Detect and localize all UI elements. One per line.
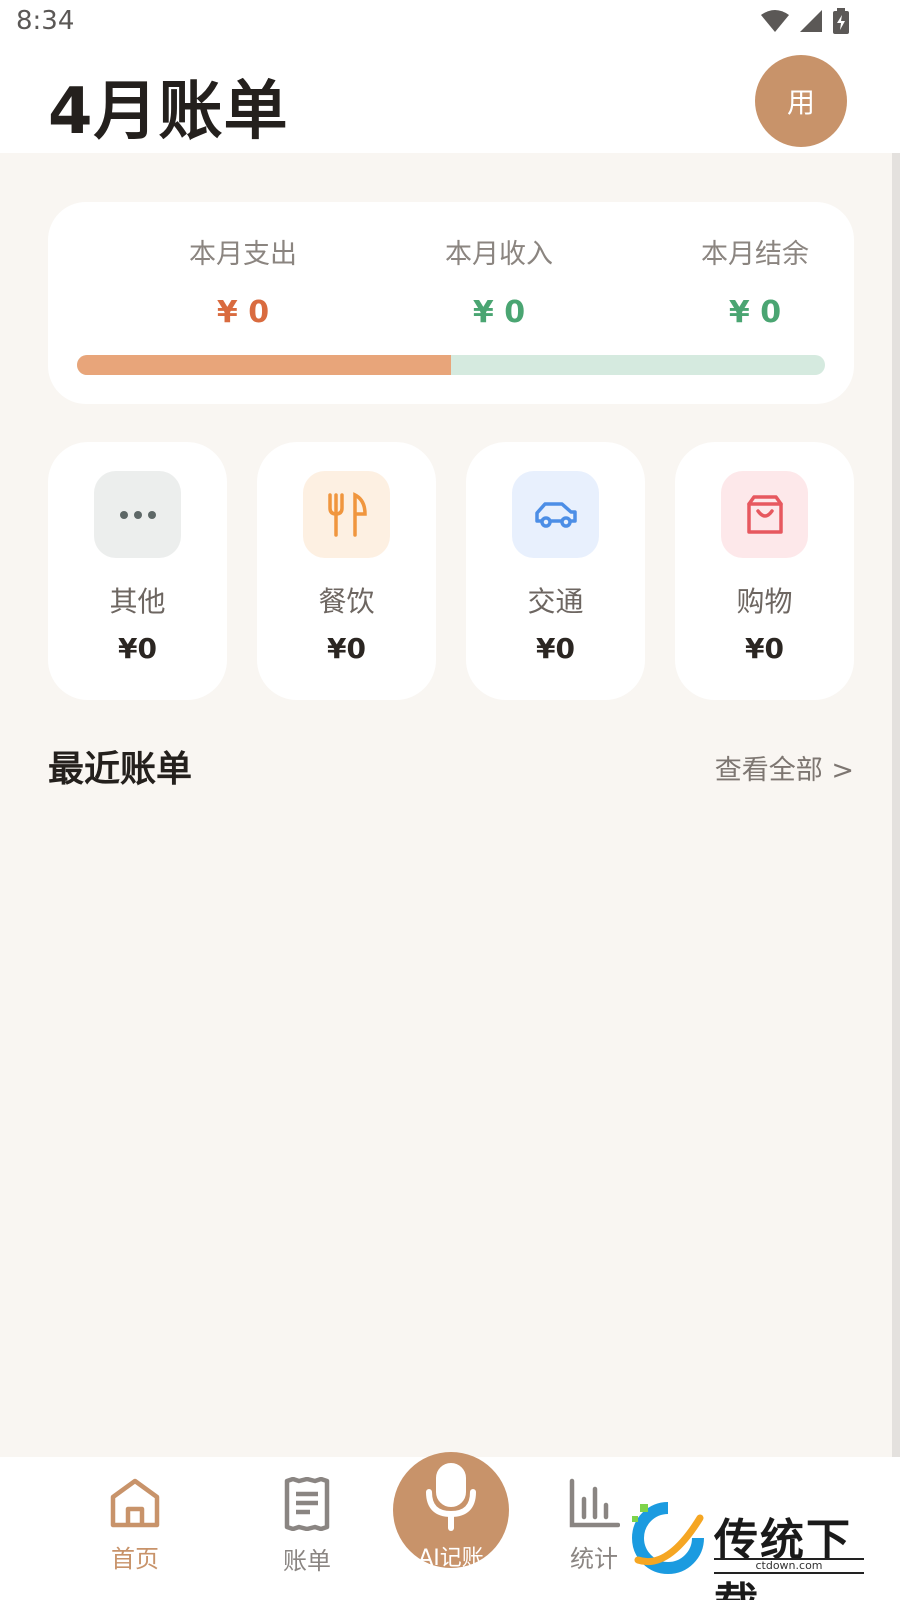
more-dots-icon bbox=[119, 510, 156, 519]
category-name: 购物 bbox=[736, 585, 793, 618]
tab-home[interactable]: 首页 bbox=[85, 1477, 185, 1574]
battery-icon bbox=[833, 8, 849, 34]
income-value: ¥ 0 bbox=[472, 295, 526, 330]
category-card-transport[interactable]: 交通 ¥0 bbox=[466, 442, 645, 700]
progress-fill bbox=[77, 355, 451, 375]
category-card-shopping[interactable]: 购物 ¥0 bbox=[675, 442, 854, 700]
ai-voice-record-button[interactable]: AI记账 bbox=[393, 1452, 509, 1571]
recent-bills-title: 最近账单 bbox=[48, 749, 193, 790]
category-amount: ¥0 bbox=[118, 632, 157, 665]
scroll-edge bbox=[892, 0, 900, 1457]
category-name: 交通 bbox=[527, 585, 584, 618]
expense-value: ¥ 0 bbox=[216, 295, 270, 330]
page-title: 4月账单 bbox=[48, 75, 289, 149]
category-icon-box bbox=[303, 471, 390, 558]
header: 8:34 4月账单 用 bbox=[0, 0, 900, 153]
category-name: 其他 bbox=[109, 585, 166, 618]
watermark: 传统下载 ctdown.com bbox=[628, 1500, 876, 1600]
income-summary: 本月收入 ¥ 0 bbox=[399, 232, 599, 330]
income-label: 本月收入 bbox=[445, 239, 553, 270]
car-icon bbox=[534, 501, 577, 528]
expense-income-progress bbox=[77, 355, 825, 375]
category-amount: ¥0 bbox=[327, 632, 366, 665]
app-screen: 8:34 4月账单 用 本月支出 ¥ 0 本月收入 ¥ 0 本月结余 ¥ 0 其… bbox=[0, 0, 900, 1600]
tab-bills[interactable]: 账单 bbox=[257, 1476, 357, 1576]
category-amount: ¥0 bbox=[745, 632, 784, 665]
category-icon-box bbox=[94, 471, 181, 558]
category-amount: ¥0 bbox=[536, 632, 575, 665]
category-card-other[interactable]: 其他 ¥0 bbox=[48, 442, 227, 700]
category-icon-box bbox=[512, 471, 599, 558]
category-icon-box bbox=[721, 471, 808, 558]
watermark-subtext: ctdown.com bbox=[714, 1558, 864, 1574]
status-time: 8:34 bbox=[16, 6, 75, 36]
avatar[interactable]: 用 bbox=[755, 55, 847, 147]
tab-home-label: 首页 bbox=[111, 1545, 159, 1573]
tab-bills-label: 账单 bbox=[283, 1547, 331, 1575]
balance-label: 本月结余 bbox=[701, 239, 809, 270]
watermark-text: 传统下载 bbox=[714, 1515, 852, 1600]
bar-chart-icon bbox=[569, 1478, 621, 1528]
status-icons bbox=[760, 8, 850, 34]
expense-summary: 本月支出 ¥ 0 bbox=[143, 232, 343, 330]
home-icon bbox=[110, 1478, 160, 1528]
shopping-bag-icon bbox=[746, 494, 783, 534]
signal-icon bbox=[800, 10, 822, 32]
wifi-icon bbox=[761, 10, 789, 32]
receipt-icon bbox=[284, 1476, 330, 1532]
balance-value: ¥ 0 bbox=[728, 295, 782, 330]
balance-summary: 本月结余 ¥ 0 bbox=[655, 232, 855, 330]
ai-voice-label: AI记账 bbox=[418, 1546, 484, 1571]
category-card-dining[interactable]: 餐饮 ¥0 bbox=[257, 442, 436, 700]
monthly-summary-card: 本月支出 ¥ 0 本月收入 ¥ 0 本月结余 ¥ 0 bbox=[48, 202, 854, 404]
watermark-logo-icon bbox=[632, 1502, 704, 1574]
microphone-icon bbox=[426, 1463, 476, 1531]
expense-label: 本月支出 bbox=[189, 239, 297, 270]
category-name: 餐饮 bbox=[318, 585, 375, 618]
fork-knife-icon bbox=[327, 491, 367, 537]
view-all-link[interactable]: 查看全部 > bbox=[715, 748, 854, 787]
